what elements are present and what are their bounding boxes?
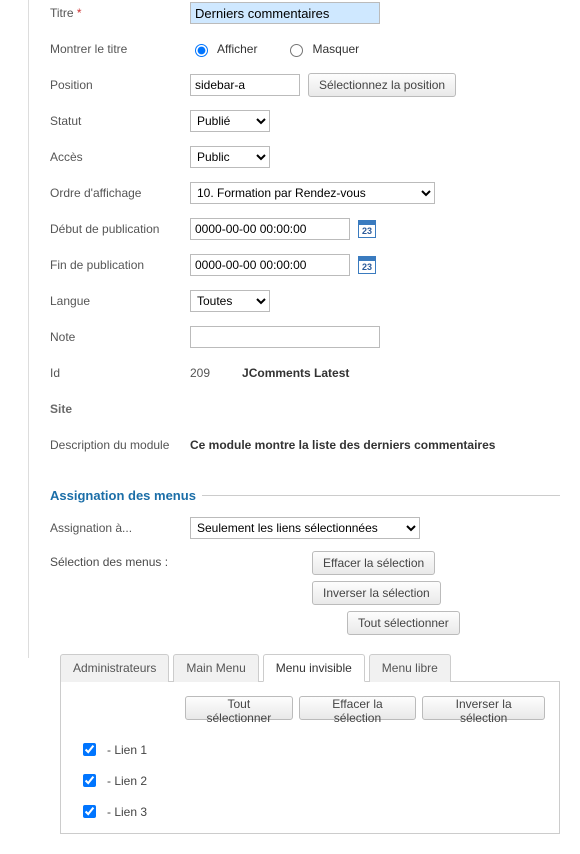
- menu-assignment-fieldset: Assignation des menus Assignation à... S…: [50, 488, 560, 834]
- show-title-show[interactable]: Afficher: [190, 41, 257, 57]
- module-desc-value: Ce module montre la liste des derniers c…: [190, 438, 495, 452]
- menu-tabs: Administrateurs Main Menu Menu invisible…: [60, 653, 560, 682]
- tab-main-menu[interactable]: Main Menu: [173, 654, 258, 682]
- note-label: Note: [50, 330, 190, 344]
- menu-link-checkbox[interactable]: [83, 774, 96, 787]
- module-desc-label: Description du module: [50, 438, 190, 452]
- show-title-label: Montrer le titre: [50, 42, 190, 56]
- list-item: - Lien 1: [79, 734, 545, 765]
- id-label: Id: [50, 366, 190, 380]
- panel-invert-button[interactable]: Inverser la sélection: [422, 696, 545, 720]
- menu-link-checkbox[interactable]: [83, 805, 96, 818]
- list-item: - Lien 3: [79, 796, 545, 827]
- menu-link-label: - Lien 1: [107, 743, 147, 757]
- calendar-icon[interactable]: 23: [358, 220, 376, 238]
- ordering-select[interactable]: 10. Formation par Rendez-vous: [190, 182, 435, 204]
- publish-up-input[interactable]: [190, 218, 350, 240]
- tab-menu-invisible[interactable]: Menu invisible: [263, 654, 365, 682]
- tab-administrators[interactable]: Administrateurs: [60, 654, 169, 682]
- panel-clear-button[interactable]: Effacer la sélection: [299, 696, 417, 720]
- publish-down-label: Fin de publication: [50, 258, 190, 272]
- status-select[interactable]: Publié: [190, 110, 270, 132]
- tab-panel: Tout sélectionner Effacer la sélection I…: [60, 682, 560, 834]
- site-label: Site: [50, 402, 190, 416]
- panel-select-all-button[interactable]: Tout sélectionner: [185, 696, 293, 720]
- title-input[interactable]: [190, 2, 380, 24]
- language-select[interactable]: Toutes: [190, 290, 270, 312]
- show-title-hide-radio[interactable]: [290, 44, 303, 57]
- menu-assignment-legend: Assignation des menus: [50, 488, 202, 503]
- assign-to-label: Assignation à...: [50, 521, 190, 535]
- calendar-icon[interactable]: 23: [358, 256, 376, 274]
- position-input[interactable]: [190, 74, 300, 96]
- publish-down-input[interactable]: [190, 254, 350, 276]
- note-input[interactable]: [190, 326, 380, 348]
- title-label: Titre *: [50, 6, 190, 20]
- publish-up-label: Début de publication: [50, 222, 190, 236]
- position-label: Position: [50, 78, 190, 92]
- clear-selection-button[interactable]: Effacer la sélection: [312, 551, 435, 575]
- id-value: 209JComments Latest: [190, 366, 349, 380]
- menu-selection-label: Sélection des menus :: [50, 551, 190, 569]
- select-position-button[interactable]: Sélectionnez la position: [308, 73, 456, 97]
- access-select[interactable]: Public: [190, 146, 270, 168]
- access-label: Accès: [50, 150, 190, 164]
- list-item: - Lien 2: [79, 765, 545, 796]
- select-all-button[interactable]: Tout sélectionner: [347, 611, 460, 635]
- language-label: Langue: [50, 294, 190, 308]
- invert-selection-button[interactable]: Inverser la sélection: [312, 581, 441, 605]
- ordering-label: Ordre d'affichage: [50, 186, 190, 200]
- show-title-show-radio[interactable]: [195, 44, 208, 57]
- tab-menu-libre[interactable]: Menu libre: [369, 654, 451, 682]
- show-title-hide[interactable]: Masquer: [285, 41, 359, 57]
- menu-link-label: - Lien 2: [107, 774, 147, 788]
- menu-link-label: - Lien 3: [107, 805, 147, 819]
- assign-to-select[interactable]: Seulement les liens sélectionnées: [190, 517, 420, 539]
- menu-link-checkbox[interactable]: [83, 743, 96, 756]
- status-label: Statut: [50, 114, 190, 128]
